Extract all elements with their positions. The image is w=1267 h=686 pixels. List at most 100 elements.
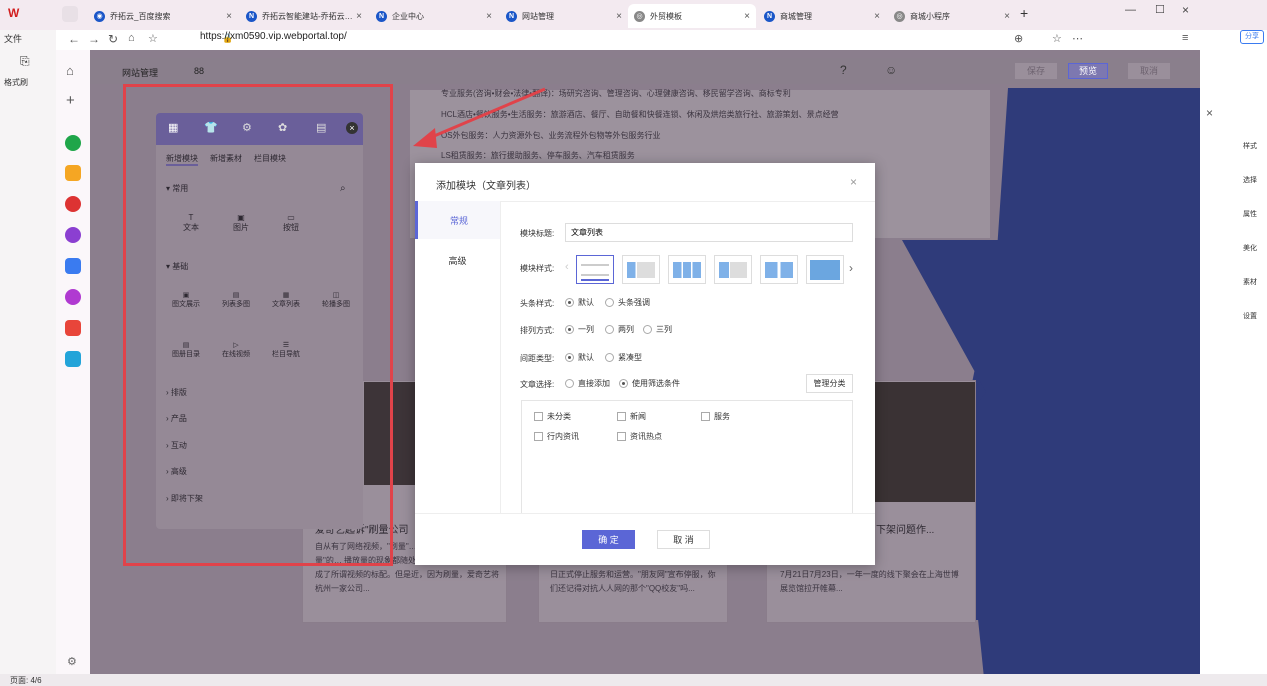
category-checkbox[interactable]: 资讯热点: [617, 431, 662, 442]
style-option[interactable]: [622, 255, 660, 284]
checkbox-icon: [534, 432, 543, 442]
category-checkbox[interactable]: 未分类: [534, 411, 571, 422]
tab-general[interactable]: 常规: [415, 201, 500, 239]
map-app-icon[interactable]: [65, 351, 81, 367]
chevron-right-icon[interactable]: ›: [849, 261, 853, 275]
radio-headline-emphasis[interactable]: 头条强调: [605, 297, 650, 308]
close-icon[interactable]: ×: [850, 175, 857, 189]
settings-icon[interactable]: ⚙: [67, 655, 77, 668]
checkbox-icon: [617, 432, 626, 442]
radio-spacing-default[interactable]: 默认: [565, 352, 594, 363]
close-icon[interactable]: ×: [1206, 106, 1213, 120]
save-button[interactable]: 保存: [1015, 63, 1057, 79]
ai-app-icon[interactable]: [65, 258, 81, 274]
format-brush-icon[interactable]: ⎘: [20, 54, 30, 69]
style-option[interactable]: [760, 255, 798, 284]
close-icon[interactable]: ×: [874, 11, 880, 22]
radio-icon: [605, 353, 614, 363]
new-tab-button[interactable]: +: [1020, 5, 1028, 21]
more-icon[interactable]: ⋯: [1072, 32, 1083, 45]
tab-baidu[interactable]: ◉ 乔拓云_百度搜索 ×: [88, 4, 238, 28]
browser-avatar[interactable]: [62, 6, 78, 22]
spacing-label: 间距类型:: [520, 354, 555, 363]
close-icon[interactable]: ×: [616, 11, 622, 22]
close-icon[interactable]: ×: [226, 11, 232, 22]
module-title-label: 模块标题:: [520, 229, 555, 238]
wps-right-panel: × 分享 样式 选择 属性 美化 素材 设置: [1200, 30, 1267, 678]
star-app-icon[interactable]: [65, 165, 81, 181]
maximize-icon[interactable]: ☐: [1155, 3, 1165, 16]
grid-menu[interactable]: 88: [194, 66, 204, 76]
select-tool[interactable]: 选择: [1240, 164, 1260, 198]
radio-compact[interactable]: 紧凑型: [605, 352, 642, 363]
reload-icon[interactable]: ↻: [108, 32, 118, 46]
tab-enterprise[interactable]: N 企业中心 ×: [370, 4, 498, 28]
chevron-left-icon[interactable]: ‹: [565, 261, 569, 273]
radio-icon: [565, 325, 574, 335]
radio-one-col[interactable]: 一列: [565, 324, 594, 335]
cluster-app-icon[interactable]: [65, 196, 81, 212]
style-option[interactable]: [668, 255, 706, 284]
tab-site-manage[interactable]: N 网站管理 ×: [500, 4, 628, 28]
close-icon[interactable]: ×: [486, 11, 492, 22]
category-checkbox[interactable]: 新闻: [617, 411, 646, 422]
tab-favicon-icon: ◉: [94, 10, 105, 22]
radio-filter[interactable]: 使用筛选条件: [619, 378, 680, 389]
preview-button[interactable]: 预览: [1068, 63, 1108, 79]
back-icon[interactable]: ←: [68, 32, 80, 46]
tab-shop-manage[interactable]: N 商城管理 ×: [758, 4, 886, 28]
star-icon[interactable]: ☆: [1052, 32, 1062, 45]
settings-tool[interactable]: 设置: [1240, 300, 1260, 334]
tab-mini-program[interactable]: ◎ 商城小程序 ×: [888, 4, 1016, 28]
close-icon[interactable]: ×: [1004, 11, 1010, 22]
file-menu[interactable]: 文件: [4, 32, 22, 45]
cancel-button[interactable]: 取 消: [657, 530, 710, 549]
window-close-icon[interactable]: ×: [1182, 3, 1189, 17]
game-app-icon[interactable]: [65, 320, 81, 336]
style-option-selected[interactable]: [576, 255, 614, 284]
add-module-dialog: 添加模块（文章列表） × 常规 高级 模块标题: 模块样式: ‹ › 头条样式:…: [415, 163, 875, 565]
radio-three-col[interactable]: 三列: [643, 324, 672, 335]
help-icon[interactable]: ?: [840, 63, 847, 77]
ai-circle-icon[interactable]: [65, 227, 81, 243]
chat-app-icon[interactable]: [65, 289, 81, 305]
style-tool[interactable]: 样式: [1240, 130, 1260, 164]
tab-qiaotuoyun[interactable]: N 乔拓云智能建站-乔拓云… ×: [240, 4, 368, 28]
material-tool[interactable]: 素材: [1240, 266, 1260, 300]
site-manage-link[interactable]: 网站管理: [122, 66, 158, 79]
checkbox-icon: [534, 412, 543, 422]
style-option[interactable]: [714, 255, 752, 284]
menu-icon[interactable]: ≡: [1182, 32, 1188, 44]
radio-direct-add[interactable]: 直接添加: [565, 378, 610, 389]
forward-icon[interactable]: →: [88, 32, 100, 46]
add-icon[interactable]: +: [66, 92, 75, 109]
category-checkbox[interactable]: 行内资讯: [534, 431, 579, 442]
share-button[interactable]: 分享: [1240, 30, 1264, 44]
module-title-input[interactable]: [565, 223, 853, 242]
minimize-icon[interactable]: —: [1125, 4, 1136, 16]
user-icon[interactable]: ☺: [885, 63, 897, 77]
cancel-button[interactable]: 取消: [1128, 63, 1170, 79]
radio-two-col[interactable]: 两列: [605, 324, 634, 335]
manage-category-button[interactable]: 管理分类: [806, 374, 853, 393]
zoom-icon[interactable]: ⊕: [1014, 32, 1023, 45]
confirm-button[interactable]: 确 定: [582, 530, 635, 549]
radio-default[interactable]: 默认: [565, 297, 594, 308]
close-icon[interactable]: ×: [744, 11, 750, 22]
home-icon[interactable]: ⌂: [66, 63, 74, 78]
attr-tool[interactable]: 属性: [1240, 198, 1260, 232]
bookmark-icon[interactable]: ☆: [148, 32, 158, 45]
tab-advanced[interactable]: 高级: [415, 241, 500, 279]
card-body: 日正式停止服务和运营。"朋友网"宣布停服，你们还记得对抗人人网的那个"QQ校友"…: [550, 570, 716, 593]
radio-icon: [605, 325, 614, 335]
tab-favicon-icon: N: [764, 10, 775, 22]
address-bar[interactable]: https://xm0590.vip.webportal.top/: [200, 31, 347, 42]
beautify-tool[interactable]: 美化: [1240, 232, 1260, 266]
close-icon[interactable]: ×: [356, 11, 362, 22]
wps-logo: W: [8, 6, 20, 20]
category-checkbox[interactable]: 服务: [701, 411, 730, 422]
style-option[interactable]: [806, 255, 844, 284]
tab-template[interactable]: ◎ 外贸模板 ×: [628, 4, 756, 28]
link-app-icon[interactable]: [65, 135, 81, 151]
home-icon[interactable]: ⌂: [128, 32, 135, 44]
